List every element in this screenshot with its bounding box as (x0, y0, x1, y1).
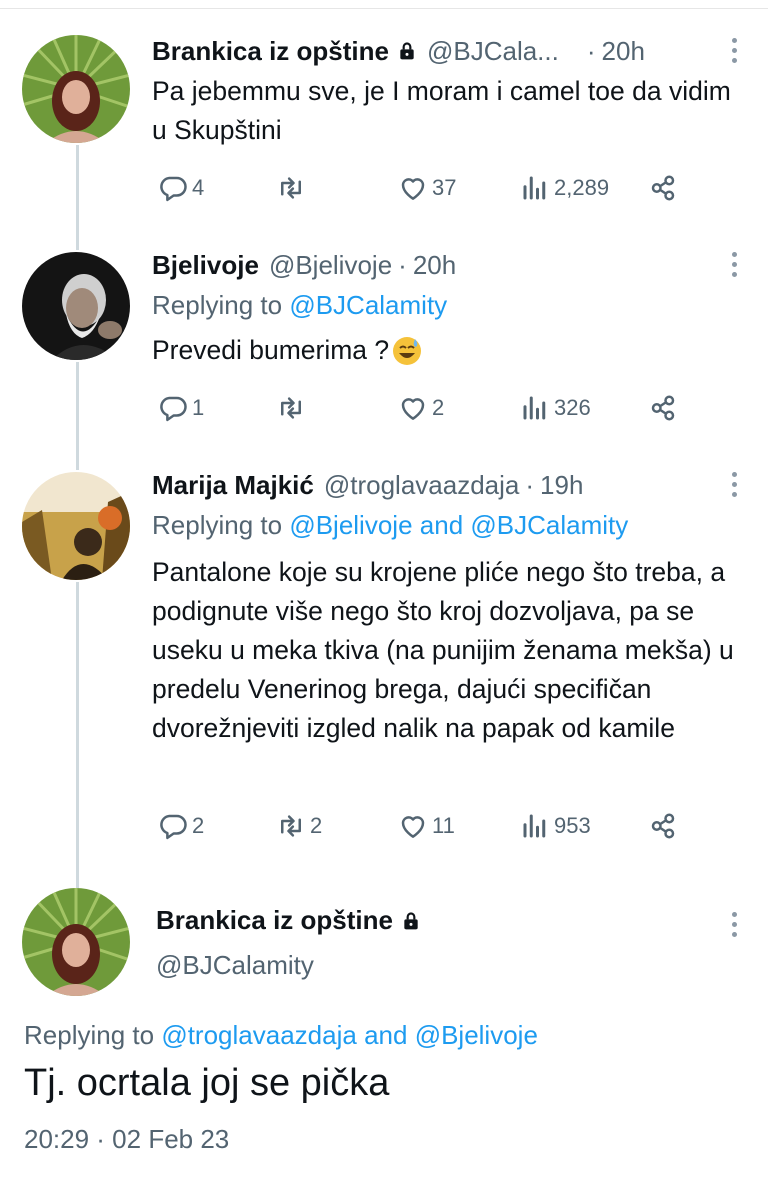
tweet-header: Marija Majkić @troglavaazdaja · 19h (152, 465, 583, 505)
top-divider (0, 8, 768, 9)
lock-icon (397, 40, 417, 62)
like-button[interactable]: 11 (398, 808, 455, 844)
replying-to-label: Replying to (24, 1020, 155, 1050)
tweet-actions: 4 37 2,289 (158, 170, 698, 206)
user-handle[interactable]: @Bjelivoje (269, 250, 392, 281)
tweet-text: Pa jebemmu sve, je I moram i camel toe d… (152, 76, 731, 145)
reply-button[interactable]: 4 (158, 170, 204, 206)
tweet-time[interactable]: 20h (602, 36, 645, 67)
focused-tweet-text: Tj. ocrtala joj se pička (24, 1062, 390, 1104)
mention-link[interactable]: @BJCalamity (289, 290, 447, 320)
tweet-header: Brankica iz opštine @BJCala... · 20h (152, 31, 645, 71)
heart-icon (398, 811, 428, 841)
tweet-actions: 1 2 326 (158, 390, 698, 426)
display-name[interactable]: Bjelivoje (152, 250, 259, 281)
separator-dot: · (586, 35, 596, 66)
view-count: 2,289 (554, 175, 610, 200)
mention-link[interactable]: @Bjelivoje (289, 510, 412, 540)
more-vertical-icon[interactable] (730, 472, 738, 497)
mention-and: and (419, 510, 464, 540)
retweet-button[interactable] (276, 170, 310, 206)
tweet-time[interactable]: 19h (540, 470, 583, 501)
views-button[interactable]: 326 (520, 390, 591, 426)
share-icon (648, 173, 678, 203)
focused-header: Brankica iz opštine (156, 905, 431, 936)
view-count: 953 (554, 813, 591, 838)
reply-button[interactable]: 2 (158, 808, 204, 844)
reply-count: 4 (192, 175, 205, 200)
tweet-header: Bjelivoje @Bjelivoje · 20h (152, 245, 456, 285)
views-chart-icon (520, 393, 550, 423)
tweet-time[interactable]: 20h (413, 250, 456, 281)
tweet-text: Pantalone koje su krojene pliće nego što… (152, 557, 734, 743)
retweet-button[interactable]: 2 (276, 808, 322, 844)
separator-dot: · (398, 249, 407, 280)
views-chart-icon (520, 811, 550, 841)
thread-line (76, 582, 79, 888)
user-handle[interactable]: @BJCala... (427, 36, 559, 67)
avatar-brankica[interactable] (22, 888, 130, 996)
like-button[interactable]: 2 (398, 390, 444, 426)
more-vertical-icon[interactable] (730, 38, 738, 63)
thread-line (76, 362, 79, 470)
like-button[interactable]: 37 (398, 170, 456, 206)
view-count: 326 (554, 395, 591, 420)
heart-icon (398, 393, 428, 423)
retweet-button[interactable] (276, 390, 310, 426)
share-button[interactable] (648, 808, 678, 844)
tweet-timestamp[interactable]: 20:29 · 02 Feb 23 (24, 1124, 229, 1155)
avatar-brankica[interactable] (22, 35, 130, 143)
share-button[interactable] (648, 390, 678, 426)
reply-icon (158, 393, 188, 423)
reply-icon (158, 173, 188, 203)
avatar-marija[interactable] (22, 472, 130, 580)
user-handle[interactable]: @BJCalamity (156, 950, 314, 981)
mention-link[interactable]: @Bjelivoje (415, 1020, 538, 1050)
more-vertical-icon[interactable] (730, 912, 738, 937)
sweat-smile-emoji (393, 336, 422, 365)
reply-count: 1 (192, 395, 205, 420)
reply-count: 2 (192, 813, 205, 838)
mention-and: and (364, 1020, 408, 1050)
retweet-icon (276, 173, 306, 203)
display-name[interactable]: Brankica iz opštine (156, 905, 393, 936)
tweet-actions: 2 2 11 953 (158, 808, 698, 844)
views-button[interactable]: 953 (520, 808, 591, 844)
replying-to: Replying to @BJCalamity (152, 290, 447, 321)
thread-line (76, 145, 79, 250)
more-vertical-icon[interactable] (730, 252, 738, 277)
tweet-text-row: Prevedi bumerima ? (152, 331, 742, 370)
tweet-text: Prevedi bumerima ? (152, 335, 390, 365)
replying-to-label: Replying to (152, 290, 283, 320)
heart-icon (398, 173, 428, 203)
display-name[interactable]: Brankica iz opštine (152, 36, 389, 67)
reply-button[interactable]: 1 (158, 390, 204, 426)
share-icon (648, 811, 678, 841)
avatar-bjelivoje[interactable] (22, 252, 130, 360)
reply-icon (158, 811, 188, 841)
lock-icon (401, 910, 421, 932)
retweet-icon (276, 393, 306, 423)
separator-dot: · (525, 469, 535, 500)
views-button[interactable]: 2,289 (520, 170, 609, 206)
share-button[interactable] (648, 170, 678, 206)
mention-link[interactable]: @BJCalamity (470, 510, 628, 540)
retweet-icon (276, 811, 306, 841)
replying-to-label: Replying to (152, 510, 283, 540)
mention-link[interactable]: @troglavaazdaja (161, 1020, 357, 1050)
replying-to: Replying to @troglavaazdaja and @Bjelivo… (24, 1020, 538, 1051)
display-name[interactable]: Marija Majkić (152, 470, 314, 501)
views-chart-icon (520, 173, 550, 203)
replying-to: Replying to @Bjelivoje and @BJCalamity (152, 510, 628, 541)
like-count: 2 (432, 395, 445, 420)
share-icon (648, 393, 678, 423)
retweet-count: 2 (310, 813, 323, 838)
like-count: 37 (432, 175, 457, 200)
user-handle[interactable]: @troglavaazdaja (324, 470, 520, 501)
like-count: 11 (432, 813, 455, 838)
